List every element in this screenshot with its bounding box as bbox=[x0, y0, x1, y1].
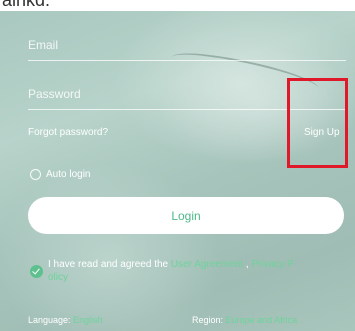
checkmark-circle-icon[interactable] bbox=[30, 265, 43, 278]
language-selector[interactable]: Language: English bbox=[28, 315, 103, 325]
auto-login-label: Auto login bbox=[46, 169, 91, 180]
region-label: Region: bbox=[192, 315, 224, 325]
user-agreement-link[interactable]: User Agreement bbox=[171, 259, 243, 270]
privacy-policy-link-part2[interactable]: olicy bbox=[48, 272, 68, 283]
login-screen: Forgot password? Sign Up Auto login Logi… bbox=[0, 11, 355, 331]
language-label: Language: bbox=[28, 315, 71, 325]
top-caption-text: alnkd. bbox=[2, 0, 51, 10]
top-caption-strip: alnkd. bbox=[0, 0, 355, 11]
agreement-prefix: I have read and agreed the bbox=[48, 259, 171, 270]
agreement-text: I have read and agreed the User Agreemen… bbox=[48, 258, 348, 284]
region-value[interactable]: Europe and Africa bbox=[226, 315, 298, 325]
privacy-policy-link-part1[interactable]: Privacy P bbox=[251, 259, 293, 270]
language-value[interactable]: English bbox=[73, 315, 103, 325]
sign-up-highlight-box bbox=[287, 78, 348, 168]
auto-login-toggle[interactable]: Auto login bbox=[30, 169, 90, 180]
forgot-password-link[interactable]: Forgot password? bbox=[28, 127, 108, 138]
region-selector[interactable]: Region: Europe and Africa bbox=[192, 315, 297, 325]
email-field[interactable] bbox=[28, 30, 346, 61]
login-button[interactable]: Login bbox=[28, 197, 344, 234]
radio-unchecked-icon[interactable] bbox=[30, 169, 41, 180]
email-input[interactable] bbox=[28, 30, 346, 60]
